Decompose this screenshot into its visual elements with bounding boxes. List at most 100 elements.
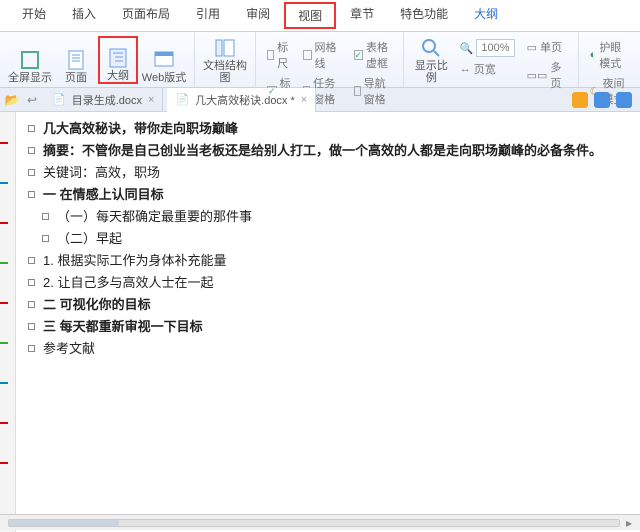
ribbon: 全屏显示 页面 大纲 Web版式 文档结构图 标尺 标记 网格线 任务窗格 表格…	[0, 32, 640, 88]
menu-tab[interactable]: 引用	[184, 2, 232, 29]
outline-bullet	[28, 191, 35, 198]
eye-icon: ◐	[590, 49, 597, 61]
outline-bullet	[42, 235, 49, 242]
fullscreen-icon	[20, 50, 40, 70]
menu-tab[interactable]: 插入	[60, 2, 108, 29]
outline-icon	[108, 48, 128, 68]
zoom-value-row[interactable]: 🔍100%	[457, 38, 518, 58]
outline-bullet	[28, 125, 35, 132]
zoom-lens-icon: 🔍	[460, 42, 474, 55]
outline-item[interactable]: （一）每天都确定最重要的那件事	[42, 206, 628, 228]
page-view-button[interactable]: 页面	[56, 36, 96, 84]
close-icon[interactable]: ×	[301, 94, 307, 106]
ribbon-group-docmap: 文档结构图	[195, 32, 256, 87]
ribbon-group-mode: ◐护眼模式 ☾夜间模式	[579, 32, 640, 87]
single-page-button[interactable]: ▭单页	[524, 38, 570, 56]
outline-text: 1. 根据实际工作为身体补充能量	[43, 250, 628, 272]
outline-page[interactable]: 几大高效秘诀，带你走向职场巅峰摘要：不管你是自己创业当老板还是给别人打工，做一个…	[16, 112, 640, 532]
ruler-check[interactable]: 标尺	[264, 38, 294, 72]
outline-text: 关键词：高效，职场	[43, 162, 628, 184]
outline-view-label: 大纲	[107, 70, 129, 82]
outline-item[interactable]: 几大高效秘诀，带你走向职场巅峰	[28, 118, 628, 140]
outline-item[interactable]: 关键词：高效，职场	[28, 162, 628, 184]
fullscreen-label: 全屏显示	[8, 72, 52, 84]
outline-text: （一）每天都确定最重要的那件事	[57, 206, 628, 228]
menu-tab[interactable]: 开始	[10, 2, 58, 29]
outline-bullet	[28, 345, 35, 352]
ribbon-group-show: 标尺 标记 网格线 任务窗格 表格虚框 导航窗格	[256, 32, 404, 87]
outline-item[interactable]: （二）早起	[42, 228, 628, 250]
menu-tab[interactable]: 特色功能	[388, 2, 460, 29]
document-area: 几大高效秘诀，带你走向职场巅峰摘要：不管你是自己创业当老板还是给别人打工，做一个…	[0, 112, 640, 532]
outline-bullet	[28, 169, 35, 176]
single-page-icon: ▭	[527, 41, 537, 54]
back-icon[interactable]: ↩	[24, 92, 40, 108]
doc-tab-2[interactable]: 📄 几大高效秘诀.docx * ×	[167, 88, 316, 112]
outline-text: 几大高效秘诀，带你走向职场巅峰	[43, 118, 628, 140]
menu-tab[interactable]: 章节	[338, 2, 386, 29]
doc-tab-1[interactable]: 📄 目录生成.docx ×	[44, 88, 163, 112]
menu-bar: 开始插入页面布局引用审阅视图章节特色功能大纲	[0, 0, 640, 32]
zoom-button[interactable]: 显示比例	[410, 36, 453, 84]
outline-item[interactable]: 三 每天都重新审视一下目标	[28, 316, 628, 338]
docmap-icon	[215, 38, 235, 58]
scroll-right-icon[interactable]: ▸	[626, 516, 632, 530]
zoom-label: 显示比例	[410, 60, 453, 84]
outline-text: 一 在情感上认同目标	[43, 184, 628, 206]
close-icon[interactable]: ×	[148, 94, 154, 106]
tablevis-check[interactable]: 表格虚框	[351, 38, 396, 72]
ribbon-group-zoom: 显示比例 🔍100% ↔页宽 ▭单页 ▭▭多页	[404, 32, 579, 87]
outline-bullet	[28, 279, 35, 286]
fullscreen-button[interactable]: 全屏显示	[6, 36, 54, 84]
ribbon-group-view: 全屏显示 页面 大纲 Web版式	[0, 32, 195, 87]
outline-bullet	[42, 213, 49, 220]
doc-icon: 📄	[175, 93, 189, 106]
outline-text: （二）早起	[57, 228, 628, 250]
outline-text: 参考文献	[43, 338, 628, 360]
web-view-label: Web版式	[142, 72, 186, 84]
web-view-button[interactable]: Web版式	[140, 36, 188, 84]
add-tab-button[interactable]: +	[320, 93, 339, 107]
outline-bullet	[28, 257, 35, 264]
open-folder-icon[interactable]: 📂	[4, 92, 20, 108]
docmap-button[interactable]: 文档结构图	[201, 36, 249, 84]
outline-item[interactable]: 1. 根据实际工作为身体补充能量	[28, 250, 628, 272]
outline-item[interactable]: 参考文献	[28, 338, 628, 360]
outline-bullet	[28, 147, 35, 154]
horizontal-scrollbar[interactable]	[8, 519, 620, 527]
outline-item[interactable]: 摘要：不管你是自己创业当老板还是给别人打工，做一个高效的人都是走向职场巅峰的必备…	[28, 140, 628, 162]
doc-icon: 📄	[52, 93, 66, 106]
fitwidth-icon: ↔	[460, 63, 471, 75]
zoom-icon	[421, 38, 441, 58]
menu-tab[interactable]: 大纲	[462, 2, 510, 29]
zoom-value[interactable]: 100%	[476, 39, 514, 57]
cloud-badge-2[interactable]	[594, 92, 610, 108]
multi-page-icon: ▭▭	[527, 69, 548, 82]
status-bar: ▸	[0, 514, 640, 530]
menu-tab[interactable]: 视图	[284, 2, 336, 29]
left-ruler	[0, 112, 16, 532]
cloud-badge-1[interactable]	[572, 92, 588, 108]
menu-tab[interactable]: 审阅	[234, 2, 282, 29]
outline-item[interactable]: 二 可视化你的目标	[28, 294, 628, 316]
outline-text: 三 每天都重新审视一下目标	[43, 316, 628, 338]
grid-check[interactable]: 网格线	[300, 38, 345, 72]
outline-item[interactable]: 2. 让自己多与高效人士在一起	[28, 272, 628, 294]
outline-text: 摘要：不管你是自己创业当老板还是给别人打工，做一个高效的人都是走向职场巅峰的必备…	[43, 140, 628, 162]
fit-width-button[interactable]: ↔页宽	[457, 60, 518, 78]
nav-check[interactable]: 导航窗格	[351, 74, 396, 108]
outline-text: 2. 让自己多与高效人士在一起	[43, 272, 628, 294]
eye-mode-button[interactable]: ◐护眼模式	[587, 38, 632, 72]
outline-item[interactable]: 一 在情感上认同目标	[28, 184, 628, 206]
multi-page-button[interactable]: ▭▭多页	[524, 58, 570, 92]
cloud-badge-3[interactable]	[616, 92, 632, 108]
menu-tab[interactable]: 页面布局	[110, 2, 182, 29]
outline-bullet	[28, 323, 35, 330]
docmap-label: 文档结构图	[201, 60, 249, 84]
doc-tab-2-label: 几大高效秘诀.docx *	[195, 92, 295, 108]
web-icon	[154, 50, 174, 70]
doc-tab-1-label: 目录生成.docx	[72, 92, 142, 108]
cloud-icons	[572, 92, 636, 108]
outline-view-button[interactable]: 大纲	[98, 36, 138, 84]
outline-bullet	[28, 301, 35, 308]
